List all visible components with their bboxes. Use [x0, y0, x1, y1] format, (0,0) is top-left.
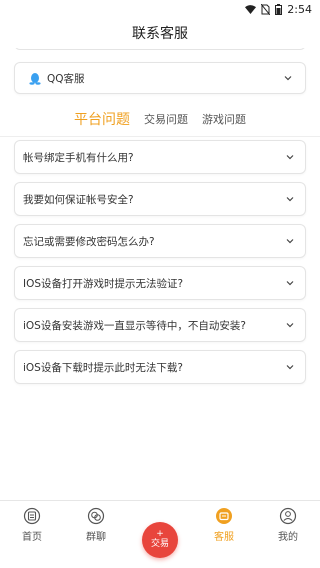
faq-question: 忘记或需要修改密码怎么办? — [23, 235, 155, 248]
main-content[interactable]: QQ客服 平台问题 交易问题 游戏问题 帐号绑定手机有什么用? 我要如何保证帐号… — [0, 48, 320, 500]
plus-icon: + — [156, 529, 164, 539]
wifi-icon — [245, 4, 257, 14]
faq-question: iOS设备安装游戏一直显示等待中，不自动安装? — [23, 319, 246, 332]
faq-tabs: 平台问题 交易问题 游戏问题 — [0, 106, 320, 132]
tab-game[interactable]: 游戏问题 — [202, 111, 246, 127]
tabs-divider — [0, 136, 320, 137]
qq-service-label: QQ客服 — [47, 72, 85, 85]
nav-home[interactable]: 首页 — [6, 507, 58, 543]
home-icon — [23, 507, 41, 525]
nav-chat[interactable]: 群聊 — [70, 507, 122, 543]
faq-item[interactable]: iOS设备下载时提示此时无法下载? — [14, 350, 306, 384]
tab-platform[interactable]: 平台问题 — [74, 109, 130, 129]
faq-question: 我要如何保证帐号安全? — [23, 193, 134, 206]
faq-item[interactable]: 忘记或需要修改密码怎么办? — [14, 224, 306, 258]
status-bar: 2:54 — [0, 0, 320, 18]
trade-button-label: 交易 — [150, 539, 169, 549]
chevron-down-icon — [286, 155, 294, 160]
chevron-down-icon — [286, 239, 294, 244]
nav-profile[interactable]: 我的 — [262, 507, 314, 543]
page-title: 联系客服 — [132, 26, 188, 42]
nav-profile-label: 我的 — [278, 532, 298, 543]
faq-item[interactable]: iOS设备安装游戏一直显示等待中，不自动安装? — [14, 308, 306, 342]
chevron-down-icon — [286, 323, 294, 328]
trade-button[interactable]: + 交易 — [142, 522, 178, 558]
chevron-down-icon — [284, 76, 292, 81]
service-icon — [216, 508, 232, 524]
chevron-down-icon — [286, 197, 294, 202]
page-title-bar: 联系客服 — [0, 18, 320, 48]
faq-list: 帐号绑定手机有什么用? 我要如何保证帐号安全? 忘记或需要修改密码怎么办? IO… — [14, 140, 306, 392]
faq-item[interactable]: IOS设备打开游戏时提示无法验证? — [14, 266, 306, 300]
chat-icon — [87, 507, 105, 525]
battery-icon — [275, 3, 283, 15]
nav-service-label: 客服 — [214, 532, 234, 543]
chevron-down-icon — [286, 365, 294, 370]
faq-item[interactable]: 我要如何保证帐号安全? — [14, 182, 306, 216]
nav-service[interactable]: 客服 — [198, 507, 250, 543]
faq-item[interactable]: 帐号绑定手机有什么用? — [14, 140, 306, 174]
chevron-down-icon — [286, 281, 294, 286]
profile-icon — [279, 507, 297, 525]
no-sim-icon — [261, 3, 271, 15]
card-peek — [14, 48, 306, 50]
qq-service-card[interactable]: QQ客服 — [14, 62, 306, 94]
nav-chat-label: 群聊 — [86, 532, 106, 543]
faq-question: 帐号绑定手机有什么用? — [23, 151, 134, 164]
tab-trade[interactable]: 交易问题 — [144, 111, 188, 127]
status-time: 2:54 — [287, 2, 312, 16]
faq-question: iOS设备下载时提示此时无法下载? — [23, 361, 183, 374]
nav-home-label: 首页 — [22, 532, 42, 543]
faq-question: IOS设备打开游戏时提示无法验证? — [23, 277, 184, 290]
qq-penguin-icon — [29, 72, 41, 85]
